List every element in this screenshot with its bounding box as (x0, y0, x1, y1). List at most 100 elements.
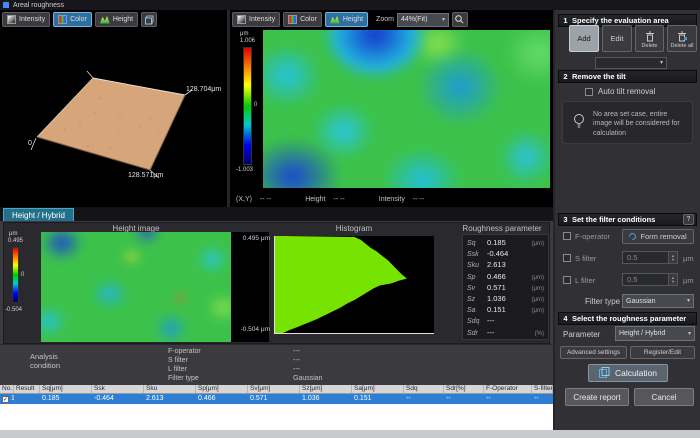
delete-all-label: Delete all (671, 43, 694, 49)
section-4-title: Select the roughness parameter (572, 314, 686, 323)
l-filter-checkbox[interactable] (563, 276, 571, 284)
parameter-value: --- (487, 328, 535, 337)
parameter-row: Ssk-0.464 (467, 249, 544, 260)
results-panel: Height / Hybrid Height image μm 0.495 0 … (0, 207, 553, 385)
spinner-arrows-icon[interactable]: ▲▼ (668, 252, 677, 263)
parameter-name: Sa (467, 307, 487, 314)
height-button-2d[interactable]: Height (325, 12, 368, 27)
delete-label: Delete (642, 43, 658, 49)
horizontal-scrollbar[interactable] (0, 430, 700, 438)
column-header: Sv[μm] (248, 385, 300, 393)
l-filter-input[interactable]: 0.5 ▲▼ (622, 273, 678, 286)
s-filter-checkbox[interactable] (563, 254, 571, 262)
chevron-down-icon: ▾ (687, 298, 690, 304)
edit-area-button[interactable]: Edit (602, 25, 632, 52)
tab-height-hybrid[interactable]: Height / Hybrid (3, 208, 74, 221)
cancel-label: Cancel (652, 393, 677, 402)
calculation-button[interactable]: Calculation (588, 364, 668, 382)
table-cell: 0.185 (40, 394, 92, 404)
advanced-settings-button[interactable]: Advanced settings (560, 346, 627, 359)
height-icon (330, 16, 340, 24)
filter-type-value: Gaussian (626, 298, 656, 305)
table-cell: 0.466 (196, 394, 248, 404)
spinner-arrows-icon[interactable]: ▲▼ (668, 274, 677, 285)
color-button-2d[interactable]: Color (283, 12, 322, 27)
form-removal-button[interactable]: Form removal (622, 229, 694, 244)
analysis-row: L filter--- (168, 365, 323, 374)
s-filter-label: S filter (575, 254, 596, 263)
info-note: No area set case, entire image will be c… (593, 110, 688, 138)
parameter-select[interactable]: Height / Hybrid ▾ (615, 326, 695, 341)
l-filter-unit: μm (683, 276, 694, 285)
row-checkbox[interactable]: ✓ (2, 396, 9, 403)
parameter-row: Sq0.185(μm) (467, 238, 544, 249)
table-cell: -- (444, 394, 484, 404)
l-filter-value: 0.5 (627, 275, 637, 284)
color-button-3d[interactable]: Color (53, 12, 92, 27)
xy-label: (X,Y) (236, 196, 252, 203)
zoom-select[interactable]: 44%(Fit) ▾ (397, 13, 449, 27)
colorbar-max: 1.006 (240, 38, 255, 44)
s-filter-input[interactable]: 0.5 ▲▼ (622, 251, 678, 264)
table-row[interactable]: ✓10.185-0.4642.6130.4660.5711.0360.151--… (0, 394, 553, 404)
table-cell: -- (404, 394, 444, 404)
view-2d-panel: Intensity Color Height Zoom 44%(Fit) ▾ (230, 10, 553, 207)
zoom-label: Zoom (376, 16, 394, 23)
cancel-button[interactable]: Cancel (634, 388, 694, 406)
intensity-label: Intensity (19, 16, 45, 23)
s-filter-unit: μm (683, 254, 694, 263)
intensity-button-2d[interactable]: Intensity (232, 12, 280, 27)
column-header: F-Operator (484, 385, 532, 393)
f-operator-checkbox[interactable] (563, 232, 571, 240)
column-header: Ssk (92, 385, 144, 393)
height-map-2d[interactable] (263, 30, 550, 188)
magnifier-icon (455, 15, 464, 24)
chevron-down-icon: ▾ (660, 60, 663, 66)
view-option-button[interactable] (141, 12, 157, 27)
axis-origin-label: 0 (28, 140, 32, 147)
delete-all-areas-button[interactable]: Delete all (667, 25, 697, 52)
x-dimension-label: 128.571μm (128, 172, 163, 179)
trash-icon (645, 31, 655, 42)
section-1-number: 1 (559, 16, 572, 25)
area-select[interactable]: ▾ (595, 57, 667, 69)
analysis-key: S filter (168, 357, 293, 364)
window-title: Areal roughness (13, 2, 64, 9)
histogram-plot (274, 236, 434, 334)
help-button[interactable]: ? (683, 214, 694, 225)
surface-3d-view[interactable] (0, 28, 227, 207)
column-header: S-filter (532, 385, 553, 393)
delete-area-button[interactable]: Delete (635, 25, 664, 52)
color-icon (288, 15, 297, 24)
parameter-unit: (%) (535, 331, 544, 337)
analysis-key: L filter (168, 366, 293, 373)
height-button-3d[interactable]: Height (95, 12, 138, 27)
parameter-name: Sdr (467, 330, 487, 337)
cube-icon (144, 15, 154, 25)
parameter-unit: (μm) (532, 308, 544, 314)
settings-panel: 1 Specify the evaluation area Add Edit D… (555, 10, 700, 430)
intensity-button-3d[interactable]: Intensity (2, 12, 50, 27)
parameter-value: 0.151 (487, 305, 532, 314)
filter-type-select[interactable]: Gaussian ▾ (622, 294, 694, 308)
auto-tilt-checkbox[interactable] (585, 88, 593, 96)
analysis-row: S filter--- (168, 356, 323, 365)
height-image[interactable] (41, 232, 231, 342)
column-header: Sz[μm] (300, 385, 352, 393)
roughness-parameter-title: Roughness parameter (452, 224, 552, 233)
register-edit-button[interactable]: Register/Edit (630, 346, 695, 359)
create-report-button[interactable]: Create report (565, 388, 629, 406)
toolbar-3d: Intensity Color Height (2, 12, 157, 27)
analysis-key: F-operator (168, 348, 293, 355)
colorbar-mid: 0 (254, 102, 257, 108)
parameter-unit: (μm) (532, 241, 544, 247)
add-area-button[interactable]: Add (569, 25, 599, 52)
table-header-row: No.ResultSq[μm]SskSkuSp[μm]Sv[μm]Sz[μm]S… (0, 385, 553, 394)
histogram-shape (275, 236, 407, 333)
table-cell: 0.151 (352, 394, 404, 404)
tab-bar: Height / Hybrid (0, 207, 553, 221)
results-table: No.ResultSq[μm]SskSkuSp[μm]Sv[μm]Sz[μm]S… (0, 385, 553, 430)
analysis-condition: Analysis condition F-operator---S filter… (0, 344, 553, 385)
zoom-tool-button[interactable] (452, 12, 468, 27)
roughness-parameter-list: Sq0.185(μm)Ssk-0.464Sku2.613Sp0.466(μm)S… (462, 234, 549, 340)
